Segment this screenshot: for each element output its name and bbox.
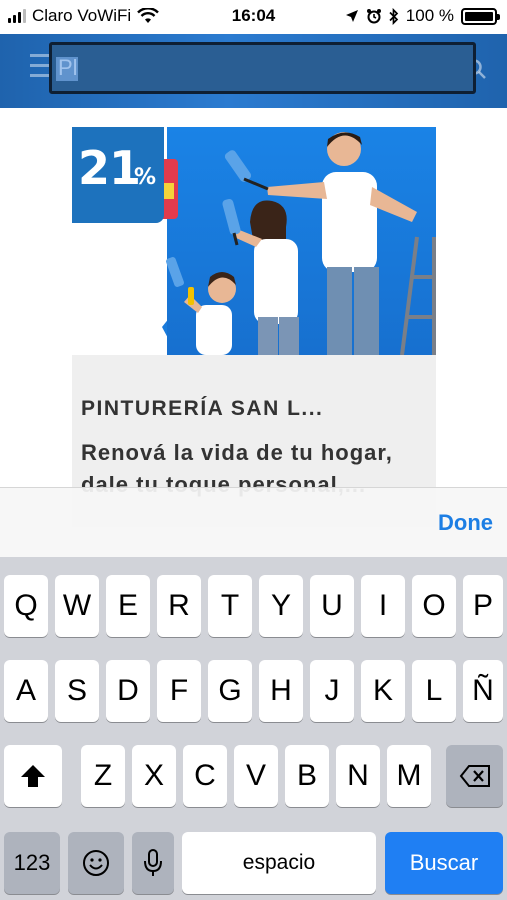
keyboard: Q W E R T Y U I O P A S D F G H J K L Ñ … — [0, 557, 507, 900]
key-i[interactable]: I — [361, 575, 405, 637]
keyboard-accessory-bar: Done — [0, 487, 507, 557]
key-f[interactable]: F — [157, 660, 201, 722]
key-b[interactable]: B — [285, 745, 329, 807]
key-k[interactable]: K — [361, 660, 405, 722]
text-selection-highlight — [56, 57, 78, 81]
promo-image[interactable]: 21 % — [72, 127, 436, 355]
key-h[interactable]: H — [259, 660, 303, 722]
status-right: 100 % — [345, 6, 500, 26]
key-m[interactable]: M — [387, 745, 431, 807]
shift-icon — [21, 765, 45, 787]
key-u[interactable]: U — [310, 575, 354, 637]
emoji-icon — [83, 850, 109, 876]
key-r[interactable]: R — [157, 575, 201, 637]
search-input[interactable] — [52, 45, 473, 91]
numbers-key[interactable]: 123 — [4, 832, 60, 894]
key-n[interactable]: N — [336, 745, 380, 807]
microphone-icon — [144, 849, 162, 876]
location-icon — [345, 10, 358, 22]
dictation-key[interactable] — [132, 832, 174, 894]
key-t[interactable]: T — [208, 575, 252, 637]
key-y[interactable]: Y — [259, 575, 303, 637]
promo-card[interactable]: 21 % PINTURERÍA SAN L... Renová la vida … — [72, 127, 436, 527]
key-l[interactable]: L — [412, 660, 456, 722]
key-z[interactable]: Z — [81, 745, 125, 807]
key-s[interactable]: S — [55, 660, 99, 722]
key-g[interactable]: G — [208, 660, 252, 722]
app-header — [0, 34, 507, 108]
delete-key[interactable] — [446, 745, 503, 807]
key-w[interactable]: W — [55, 575, 99, 637]
key-o[interactable]: O — [412, 575, 456, 637]
emoji-key[interactable] — [68, 832, 124, 894]
discount-percent-symbol: % — [134, 165, 157, 190]
battery-icon — [461, 7, 500, 25]
key-q[interactable]: Q — [4, 575, 48, 637]
discount-badge: 21 % — [72, 127, 164, 223]
key-n-tilde[interactable]: Ñ — [463, 660, 503, 722]
key-v[interactable]: V — [234, 745, 278, 807]
search-field[interactable] — [49, 42, 476, 94]
alarm-icon — [366, 9, 381, 24]
key-d[interactable]: D — [106, 660, 150, 722]
search-key[interactable]: Buscar — [385, 832, 503, 894]
card-title: PINTURERÍA SAN L... — [81, 397, 324, 420]
key-p[interactable]: P — [463, 575, 503, 637]
bluetooth-icon — [389, 7, 398, 25]
key-c[interactable]: C — [183, 745, 227, 807]
screen: Claro VoWiFi 16:04 100 % Pl 21 % PINTURE… — [0, 0, 507, 900]
status-bar: Claro VoWiFi 16:04 100 % — [0, 0, 507, 34]
space-key[interactable]: espacio — [182, 832, 376, 894]
key-j[interactable]: J — [310, 660, 354, 722]
key-a[interactable]: A — [4, 660, 48, 722]
discount-value: 21 — [78, 141, 141, 195]
battery-percent: 100 % — [405, 6, 454, 25]
key-x[interactable]: X — [132, 745, 176, 807]
key-e[interactable]: E — [106, 575, 150, 637]
done-button[interactable]: Done — [438, 510, 493, 536]
backspace-icon — [459, 765, 490, 787]
shift-key[interactable] — [4, 745, 62, 807]
